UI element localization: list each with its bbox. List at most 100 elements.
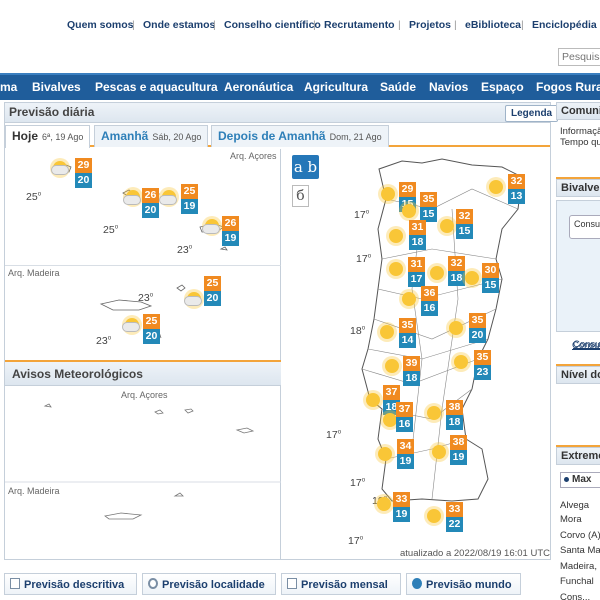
nav-item-navios[interactable]: Navios (429, 80, 468, 94)
tab-hoje-label: Hoje (12, 129, 39, 143)
tab-amanha-label: Amanhã (101, 129, 149, 143)
extremos-row: Mora (560, 514, 582, 525)
sea-temp: 17o (350, 477, 366, 489)
temp-min: 16 (421, 301, 438, 316)
sun-icon (385, 359, 399, 373)
avisos-map: Arq. Açores Arq. Madeira (5, 386, 281, 559)
temp-min: 20 (142, 203, 159, 218)
temp-min: 18 (448, 271, 465, 286)
link-ebiblioteca[interactable]: eBiblioteca (465, 19, 521, 31)
link-conselho-cientifico[interactable]: Conselho científico (224, 19, 321, 31)
sun-icon (402, 292, 416, 306)
temp-min: 20 (143, 329, 160, 344)
temp-min: 13 (508, 189, 525, 204)
temp-min: 22 (446, 517, 463, 532)
tab-hoje[interactable]: Hoje 6ª, 19 Ago (5, 125, 91, 148)
sun-icon (389, 262, 403, 276)
nav-item-clima[interactable]: ma (0, 80, 17, 94)
temp-max: 37 (383, 385, 400, 400)
separator: | (521, 19, 524, 31)
temp-min: 19 (393, 507, 410, 522)
avisos-region-madeira: Arq. Madeira (8, 486, 60, 496)
sun-icon (381, 187, 395, 201)
temp-max: 25 (181, 184, 198, 199)
nav-item-espaco[interactable]: Espaço (481, 80, 524, 94)
nav-item-aeronautica[interactable]: Aeronáutica (224, 80, 293, 94)
acores-map: Arq. Açores 29 20 26 20 25 19 26 19 25o … (5, 149, 281, 265)
temp-min: 18 (446, 415, 463, 430)
portugal-map-svg (361, 158, 523, 502)
day-tabs: Hoje 6ª, 19 Ago Amanhã Sáb, 20 Ago Depois … (5, 125, 550, 148)
globe-icon (412, 578, 422, 589)
link-projetos[interactable]: Projetos (409, 19, 451, 31)
document-icon (10, 578, 20, 589)
sea-temp: 23o (138, 292, 154, 304)
temp-max: 34 (397, 439, 414, 454)
updated-timestamp: atualizado a 2022/08/19 16:01 UTC (400, 548, 550, 559)
link-onde-estamos[interactable]: Onde estamos (143, 19, 215, 31)
extremos-header: Extremos (556, 447, 600, 465)
extremos-row: Funchal (560, 576, 594, 587)
temp-min: 19 (397, 454, 414, 469)
comunicados-text[interactable]: Informação (560, 126, 600, 137)
nav-item-agricultura[interactable]: Agricultura (304, 80, 368, 94)
search-input[interactable] (558, 48, 600, 66)
legend-button[interactable]: Legenda (505, 105, 559, 122)
nav-item-pescas[interactable]: Pescas e aquacultura (95, 80, 218, 94)
temp-min: 15 (482, 278, 499, 293)
nav-item-saude[interactable]: Saúde (380, 80, 416, 94)
separator: | (313, 19, 316, 31)
link-recrutamento[interactable]: Recrutamento (324, 19, 395, 31)
sun-icon (378, 447, 392, 461)
sea-temp: 17o (356, 253, 372, 265)
main-nav: ma Bivalves Pescas e aquacultura Aeronáu… (0, 73, 600, 100)
tab-depois-date: Dom, 21 Ago (329, 132, 382, 142)
tab-hoje-date: 6ª, 19 Ago (42, 132, 84, 142)
extremos-row: Santa Ma (560, 545, 600, 556)
text-size-small-button[interactable]: б (292, 185, 309, 207)
bivalves-consulte-link[interactable]: Consulte (572, 340, 600, 351)
sea-temp: 17o (348, 535, 364, 547)
text-size-large-button[interactable]: a b (292, 155, 319, 179)
temp-max: 35 (469, 313, 486, 328)
temp-min: 19 (222, 231, 239, 246)
previsao-localidade-button[interactable]: Previsão localidade (142, 573, 276, 595)
previsao-mensal-button[interactable]: Previsão mensal (281, 573, 401, 595)
bivalves-box: Consulte Consulte (556, 200, 600, 350)
extremos-max-button[interactable]: Max (560, 472, 600, 488)
temp-max: 29 (399, 182, 416, 197)
sun-icon (389, 229, 403, 243)
temp-max: 37 (396, 402, 413, 417)
temp-max: 36 (421, 286, 438, 301)
temp-max: 33 (393, 492, 410, 507)
forecast-title: Previsão diária (9, 105, 95, 119)
link-quem-somos[interactable]: Quem somos (67, 19, 134, 31)
temp-max: 32 (448, 256, 465, 271)
link-enciclopedia[interactable]: Enciclopédia ipma (532, 19, 600, 31)
tab-amanha-date: Sáb, 20 Ago (152, 132, 202, 142)
sea-temp: 23o (96, 335, 112, 347)
separator: | (454, 19, 457, 31)
comunicados-text[interactable]: Tempo quente (560, 137, 600, 148)
cloud-icon (184, 296, 202, 306)
tab-depois-amanha[interactable]: Depois de Amanhã Dom, 21 Ago (211, 125, 389, 147)
tab-amanha[interactable]: Amanhã Sáb, 20 Ago (94, 125, 209, 147)
extremos-row: Madeira, (560, 561, 597, 572)
sea-temp: 17o (354, 209, 370, 221)
cloud-icon (202, 224, 220, 234)
madeira-map: Arq. Madeira 25 20 25 20 23o 23o (5, 265, 281, 361)
sun-icon (366, 393, 380, 407)
temp-min: 16 (396, 417, 413, 432)
temp-max: 38 (446, 400, 463, 415)
sun-icon (449, 321, 463, 335)
sea-temp: 23o (177, 244, 193, 256)
nav-item-fogos-rurais[interactable]: Fogos Rurais (536, 80, 600, 94)
bivalves-consulte-button[interactable]: Consulte (569, 215, 600, 239)
nav-item-bivalves[interactable]: Bivalves (32, 80, 81, 94)
sea-temp: 17o (326, 429, 342, 441)
previsao-descritiva-label: Previsão descritiva (24, 579, 125, 591)
previsao-mundo-button[interactable]: Previsão mundo (406, 573, 521, 595)
previsao-descritiva-button[interactable]: Previsão descritiva (4, 573, 137, 595)
cloud-icon (51, 165, 69, 175)
temp-min: 18 (403, 371, 420, 386)
